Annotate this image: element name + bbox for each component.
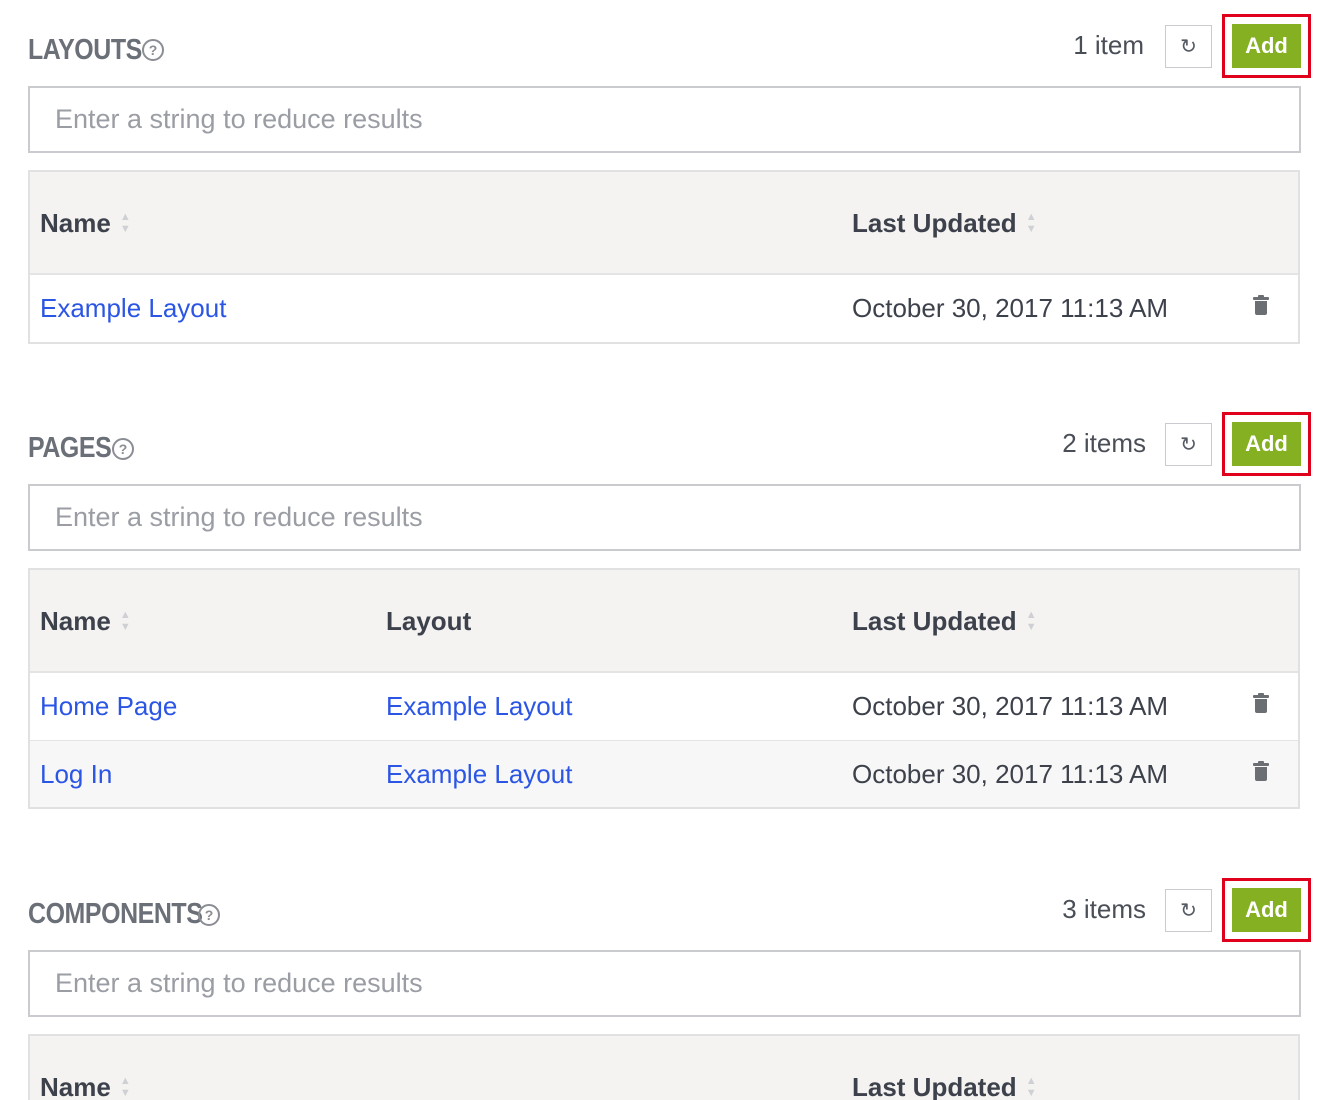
layouts-item-count: 1 item bbox=[1073, 30, 1144, 60]
pages-filter-field[interactable] bbox=[28, 484, 1301, 551]
row-name-link[interactable]: Log In bbox=[40, 741, 112, 807]
refresh-button[interactable]: ↻ bbox=[1165, 25, 1212, 68]
column-header-name[interactable]: Name ▲ ▼ bbox=[40, 172, 131, 275]
pages-table: Name ▲ ▼ Layout Last Updated ▲ ▼ Home Page… bbox=[28, 568, 1300, 809]
pages-section: PAGES ? 2 items ↻ Add Name ▲▼ Layout Las… bbox=[28, 398, 1311, 812]
layouts-filter-input[interactable] bbox=[55, 104, 1299, 135]
row-layout-link[interactable]: Example Layout bbox=[386, 673, 572, 739]
help-icon[interactable]: ? bbox=[142, 39, 164, 61]
trash-icon[interactable] bbox=[1253, 693, 1269, 715]
table-header: Name ▲ ▼ Last Updated ▲ ▼ bbox=[30, 1036, 1298, 1100]
layouts-section: LAYOUTS ? 1 item ↻ Add Name ▲▼ Last Upda… bbox=[28, 0, 1311, 345]
table-header: Name ▲ ▼ Layout Last Updated ▲ ▼ bbox=[30, 570, 1298, 673]
row-name-link[interactable]: Example Layout bbox=[40, 275, 226, 341]
table-header: Name ▲ ▼ Last Updated ▲ ▼ bbox=[30, 172, 1298, 275]
column-header-name[interactable]: Name ▲ ▼ bbox=[40, 570, 131, 673]
row-last-updated: October 30, 2017 11:13 AM bbox=[852, 292, 1169, 323]
pages-item-count: 2 items bbox=[1062, 428, 1146, 458]
add-button-highlight: Add bbox=[1222, 412, 1311, 476]
pages-title: PAGES bbox=[28, 432, 112, 464]
row-last-updated: October 30, 2017 11:13 AM bbox=[852, 690, 1169, 721]
column-header-layout: Layout bbox=[386, 606, 472, 636]
column-header-name[interactable]: Name ▲ ▼ bbox=[40, 1036, 131, 1100]
layouts-table: Name ▲ ▼ Last Updated ▲ ▼ Example Layout O… bbox=[28, 170, 1300, 344]
trash-icon[interactable] bbox=[1253, 761, 1269, 783]
refresh-button[interactable]: ↻ bbox=[1165, 889, 1212, 932]
help-icon[interactable]: ? bbox=[112, 438, 134, 460]
refresh-icon: ↻ bbox=[1180, 434, 1197, 456]
add-layout-button[interactable]: Add bbox=[1232, 24, 1301, 68]
column-header-last-updated[interactable]: Last Updated ▲ ▼ bbox=[852, 1036, 1037, 1100]
table-row: Example Layout October 30, 2017 11:13 AM bbox=[30, 275, 1298, 342]
components-section: COMPONENTS ? 3 items ↻ Add Name ▲▼ Last … bbox=[28, 864, 1311, 1100]
row-name-link[interactable]: Home Page bbox=[40, 673, 177, 739]
help-icon[interactable]: ? bbox=[198, 904, 220, 926]
sort-icon: ▲ ▼ bbox=[119, 1075, 131, 1099]
row-last-updated: October 30, 2017 11:13 AM bbox=[852, 758, 1169, 789]
layouts-title: LAYOUTS bbox=[28, 34, 142, 66]
sort-icon: ▲ ▼ bbox=[1025, 1075, 1037, 1099]
add-component-button[interactable]: Add bbox=[1232, 888, 1301, 932]
components-filter-input[interactable] bbox=[55, 968, 1299, 999]
sort-icon: ▲ ▼ bbox=[1025, 211, 1037, 235]
row-layout-link[interactable]: Example Layout bbox=[386, 741, 572, 807]
components-item-count: 3 items bbox=[1062, 894, 1146, 924]
add-button-highlight: Add bbox=[1222, 14, 1311, 78]
refresh-icon: ↻ bbox=[1180, 36, 1197, 58]
add-button-highlight: Add bbox=[1222, 878, 1311, 942]
pages-filter-input[interactable] bbox=[55, 502, 1299, 533]
table-row: Home Page Example Layout October 30, 201… bbox=[30, 673, 1298, 740]
column-header-last-updated[interactable]: Last Updated ▲ ▼ bbox=[852, 570, 1037, 673]
refresh-button[interactable]: ↻ bbox=[1165, 423, 1212, 466]
sort-icon: ▲ ▼ bbox=[119, 211, 131, 235]
table-row: Log In Example Layout October 30, 2017 1… bbox=[30, 740, 1298, 807]
components-table: Name ▲ ▼ Last Updated ▲ ▼ bbox=[28, 1034, 1300, 1100]
layouts-filter-field[interactable] bbox=[28, 86, 1301, 153]
components-title: COMPONENTS bbox=[28, 898, 203, 930]
trash-icon[interactable] bbox=[1253, 295, 1269, 317]
sort-icon: ▲ ▼ bbox=[119, 609, 131, 633]
refresh-icon: ↻ bbox=[1180, 900, 1197, 922]
column-header-last-updated[interactable]: Last Updated ▲ ▼ bbox=[852, 172, 1037, 275]
components-filter-field[interactable] bbox=[28, 950, 1301, 1017]
sort-icon: ▲ ▼ bbox=[1025, 609, 1037, 633]
add-page-button[interactable]: Add bbox=[1232, 422, 1301, 466]
